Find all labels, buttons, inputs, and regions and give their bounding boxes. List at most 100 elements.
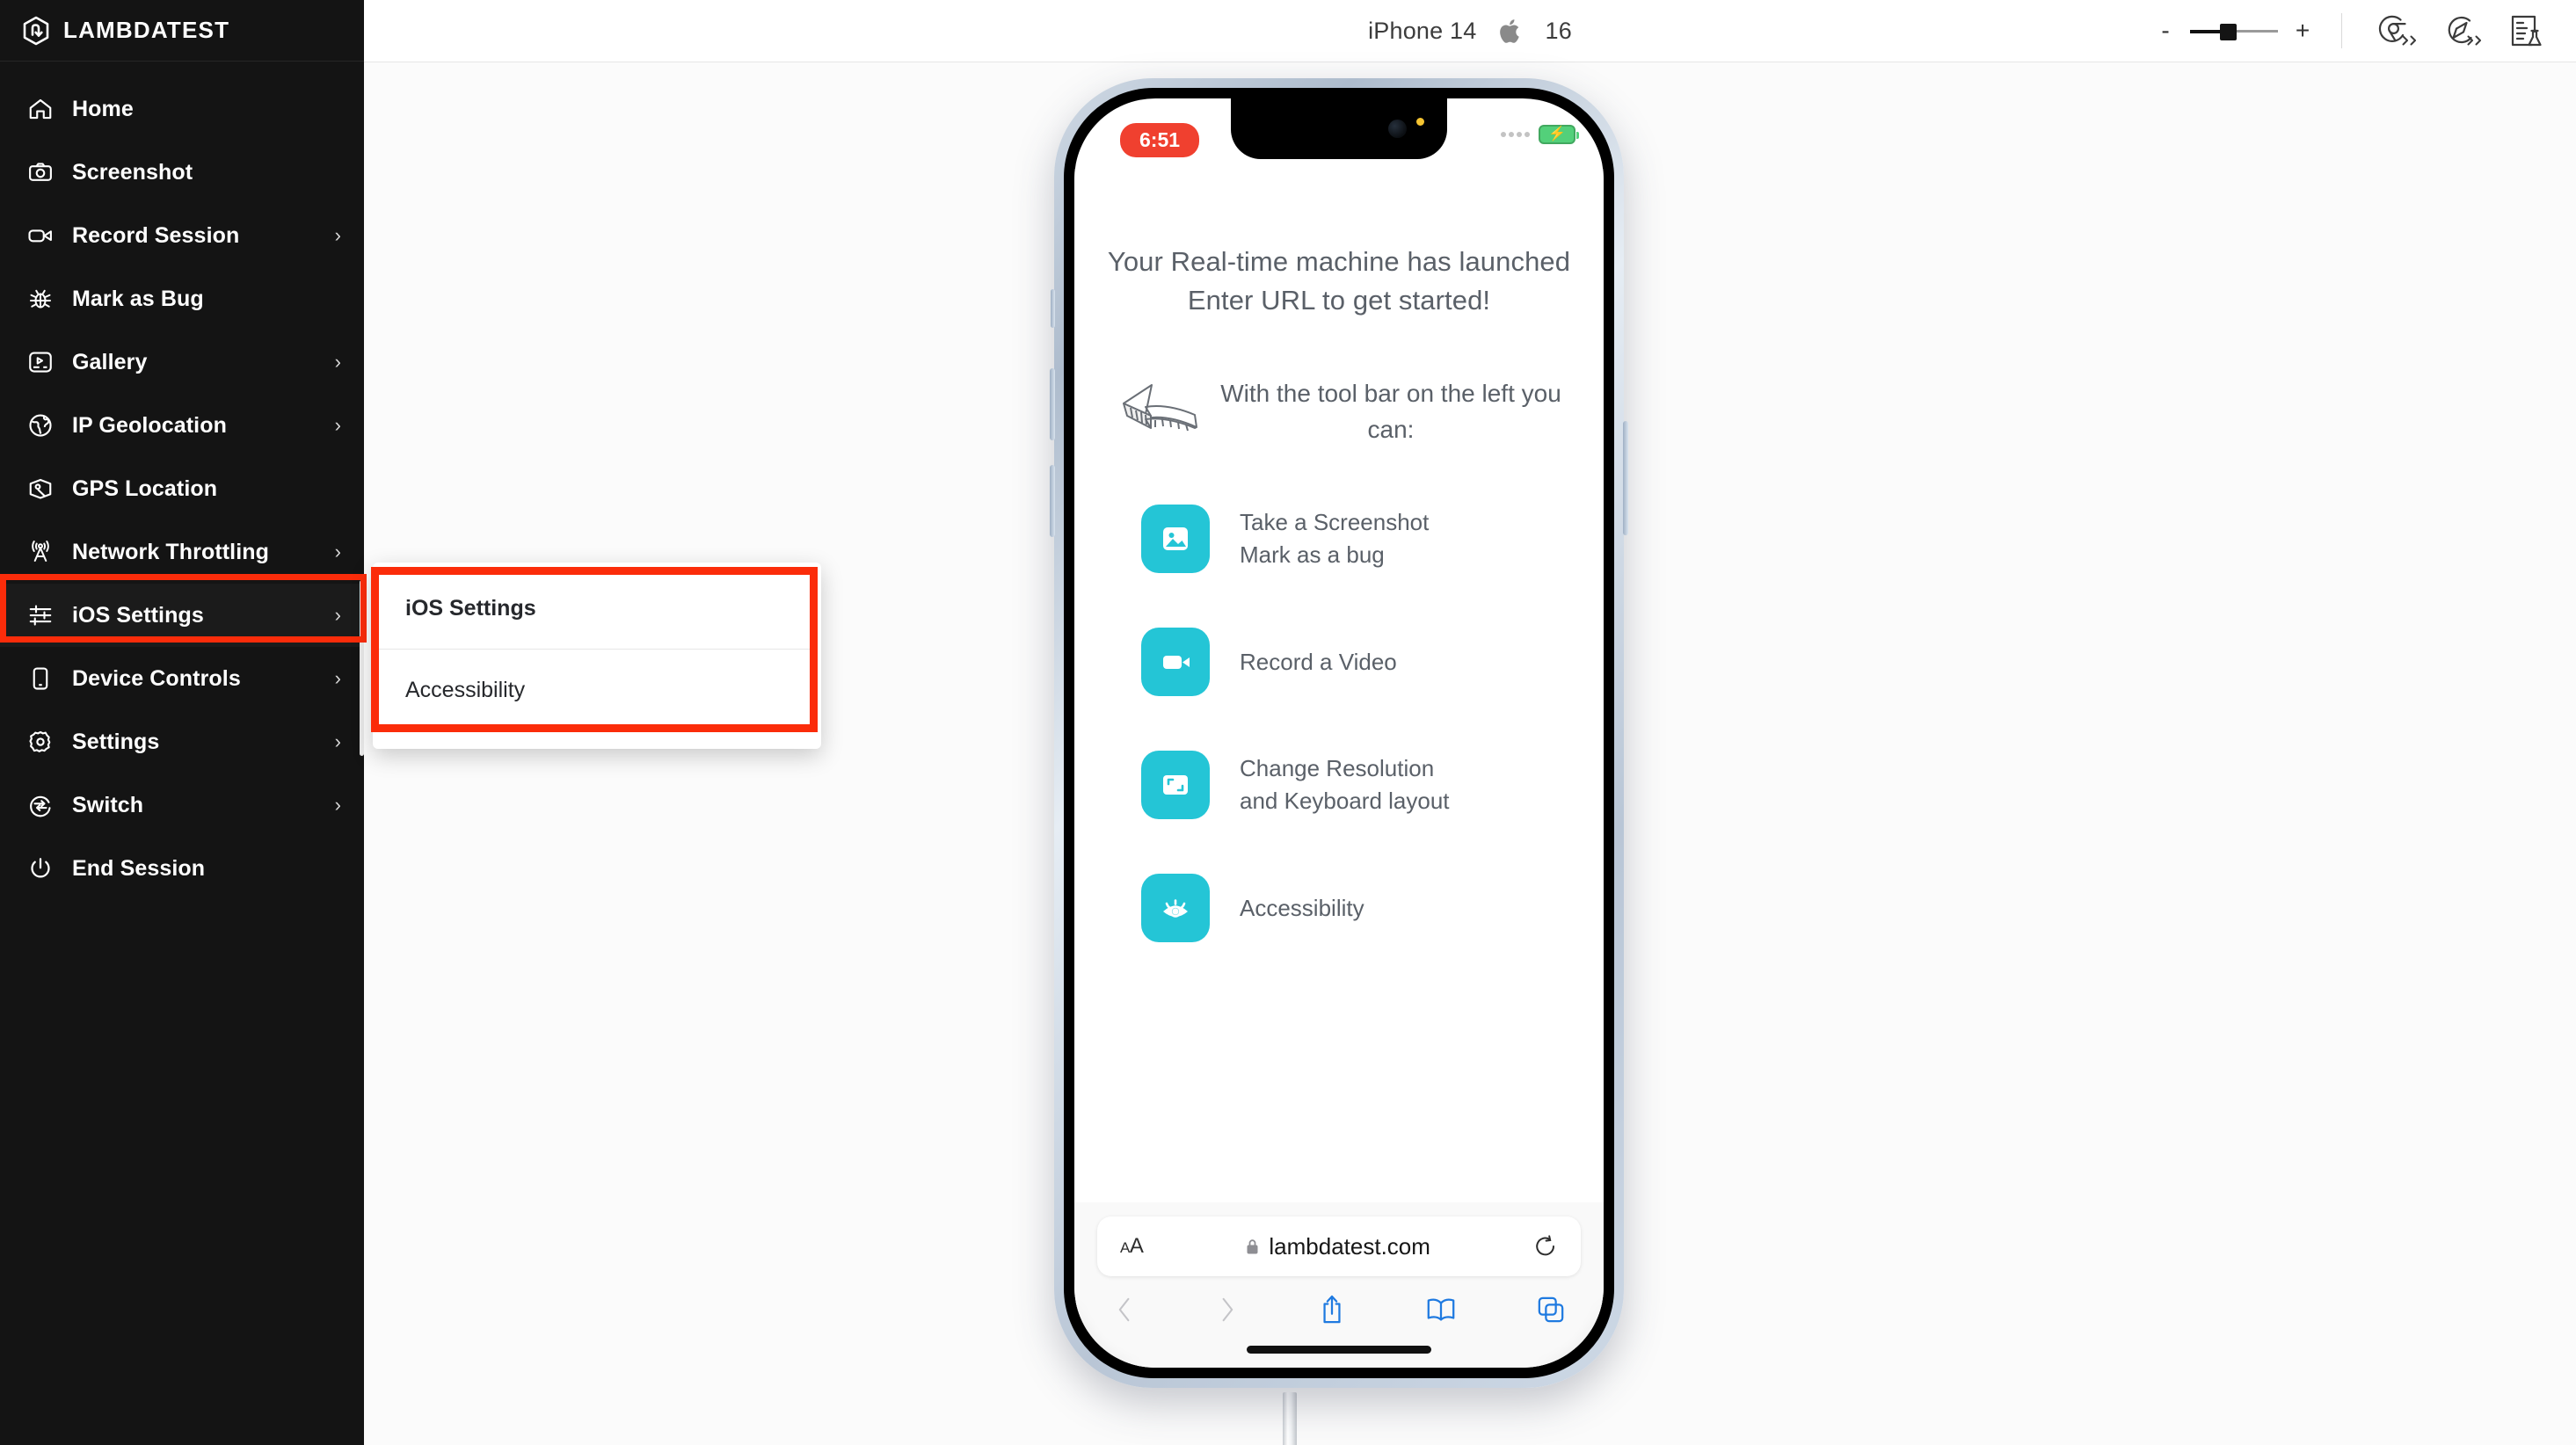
feature-line: Change Resolution bbox=[1240, 755, 1435, 782]
sidebar-item-switch[interactable]: Switch › bbox=[0, 773, 364, 837]
sidebar-item-label: Mark as Bug bbox=[72, 286, 204, 311]
toolbar-divider bbox=[2341, 13, 2342, 48]
reload-icon[interactable] bbox=[1533, 1234, 1558, 1259]
chevron-right-icon[interactable] bbox=[1216, 1293, 1239, 1326]
gear-icon bbox=[25, 726, 56, 758]
chevron-left-icon[interactable] bbox=[1113, 1293, 1136, 1326]
os-version: 16 bbox=[1545, 17, 1572, 44]
feature-item: Accessibility bbox=[1106, 874, 1572, 943]
sidebar-item-label: Record Session bbox=[72, 222, 240, 248]
tabs-icon[interactable] bbox=[1537, 1296, 1565, 1324]
zoom-in-button[interactable]: + bbox=[2290, 18, 2315, 43]
sidebar-item-end-session[interactable]: End Session bbox=[0, 837, 364, 900]
test-report-icon[interactable] bbox=[2506, 11, 2546, 51]
url-text: lambdatest.com bbox=[1269, 1232, 1430, 1260]
zoom-out-button[interactable]: - bbox=[2153, 18, 2178, 43]
submenu-item-label: Accessibility bbox=[405, 677, 526, 702]
device-stage: 6:51 ⚡ Your Real-time machine has launch… bbox=[364, 62, 2576, 1445]
chevron-right-icon: › bbox=[334, 667, 341, 689]
privacy-indicator-icon bbox=[1416, 118, 1424, 126]
page-headline: Your Real-time machine has launched Ente… bbox=[1107, 246, 1571, 316]
sidebar-item-label: IP Geolocation bbox=[72, 412, 227, 438]
sidebar-item-gps-location[interactable]: GPS Location bbox=[0, 457, 364, 520]
sidebar-item-gallery[interactable]: Gallery › bbox=[0, 330, 364, 394]
signal-dots-icon bbox=[1501, 132, 1530, 137]
sidebar-item-record-session[interactable]: Record Session › bbox=[0, 204, 364, 267]
phone-icon bbox=[25, 663, 56, 694]
chevron-right-icon: › bbox=[334, 730, 341, 752]
sidebar-item-ip-geolocation[interactable]: IP Geolocation › bbox=[0, 394, 364, 457]
sidebar-item-label: End Session bbox=[72, 855, 206, 881]
feature-line: Take a Screenshot bbox=[1240, 509, 1430, 536]
volume-down-button bbox=[1050, 465, 1055, 537]
book-icon[interactable] bbox=[1425, 1296, 1457, 1324]
notch bbox=[1231, 98, 1447, 159]
sidebar-item-label: Switch bbox=[72, 792, 144, 817]
zoom-control: - + bbox=[2153, 18, 2338, 43]
camera-icon bbox=[25, 156, 56, 188]
zoom-slider[interactable] bbox=[2190, 20, 2278, 41]
tip-text: With the tool bar on the left you can: bbox=[1220, 380, 1561, 444]
mute-switch bbox=[1051, 289, 1055, 328]
feature-line: Record a Video bbox=[1240, 648, 1397, 675]
safari-bottom-bar: AAAA lambdatest.com bbox=[1074, 1202, 1604, 1368]
url-display[interactable]: lambdatest.com bbox=[1143, 1233, 1533, 1260]
address-bar[interactable]: AAAA lambdatest.com bbox=[1097, 1216, 1581, 1276]
submenu-item-accessibility[interactable]: Accessibility bbox=[379, 650, 811, 730]
sidebar-item-network-throttling[interactable]: Network Throttling › bbox=[0, 520, 364, 584]
sidebar-item-settings[interactable]: Settings › bbox=[0, 710, 364, 773]
sidebar-item-label: Screenshot bbox=[72, 159, 193, 185]
chevron-right-icon: › bbox=[334, 224, 341, 246]
device-bezel: 6:51 ⚡ Your Real-time machine has launch… bbox=[1064, 88, 1614, 1378]
feature-label: Accessibility bbox=[1240, 892, 1364, 925]
charging-cable bbox=[1283, 1392, 1297, 1445]
image-icon bbox=[1141, 505, 1210, 574]
feature-line: Mark as a bug bbox=[1240, 541, 1385, 569]
eye-icon bbox=[1141, 874, 1210, 943]
text-size-button[interactable]: AAAA bbox=[1120, 1234, 1144, 1259]
sidebar-item-device-controls[interactable]: Device Controls › bbox=[0, 647, 364, 710]
safari-devtools-icon[interactable] bbox=[2441, 11, 2481, 51]
zoom-track-empty bbox=[2230, 30, 2278, 33]
submenu-item-ios-settings[interactable]: iOS Settings bbox=[379, 569, 811, 650]
device-name: iPhone 14 bbox=[1368, 17, 1477, 44]
battery-charging-icon: ⚡ bbox=[1539, 125, 1579, 144]
apple-logo-icon bbox=[1499, 18, 1522, 44]
sidebar-item-label: iOS Settings bbox=[72, 602, 204, 628]
tip-row: With the tool bar on the left you can: bbox=[1106, 374, 1572, 450]
feature-line: Accessibility bbox=[1240, 894, 1364, 921]
globe-icon bbox=[25, 410, 56, 441]
gallery-icon bbox=[25, 346, 56, 378]
chevron-right-icon: › bbox=[334, 604, 341, 626]
sidebar-item-label: GPS Location bbox=[72, 476, 218, 501]
chevron-right-icon: › bbox=[334, 414, 341, 436]
sidebar-item-mark-as-bug[interactable]: Mark as Bug bbox=[0, 267, 364, 330]
web-page-content: Your Real-time machine has launched Ente… bbox=[1074, 169, 1604, 1368]
sidebar-scrollbar[interactable] bbox=[360, 580, 364, 756]
sidebar-item-label: Device Controls bbox=[72, 665, 241, 691]
submenu-item-label: iOS Settings bbox=[405, 596, 536, 621]
sidebar-item-screenshot[interactable]: Screenshot bbox=[0, 141, 364, 204]
device-screen[interactable]: 6:51 ⚡ Your Real-time machine has launch… bbox=[1074, 98, 1604, 1368]
sidebar: LAMBDATEST Home Screenshot Record Sessio… bbox=[0, 0, 364, 1445]
bug-icon bbox=[25, 283, 56, 315]
hand-drawn-arrow-icon bbox=[1110, 374, 1204, 450]
sidebar-item-label: Gallery bbox=[72, 349, 148, 374]
home-indicator bbox=[1247, 1346, 1431, 1354]
feature-item: Change Resolution and Keyboard layout bbox=[1106, 751, 1572, 820]
bolt-icon: ⚡ bbox=[1548, 127, 1566, 142]
sidebar-item-label: Home bbox=[72, 96, 134, 121]
share-icon[interactable] bbox=[1319, 1292, 1345, 1327]
sliders-icon bbox=[25, 599, 56, 631]
power-button bbox=[1623, 421, 1628, 535]
resize-icon bbox=[1141, 751, 1210, 820]
zoom-slider-handle[interactable] bbox=[2220, 24, 2237, 40]
lock-icon bbox=[1246, 1238, 1259, 1255]
top-toolbar: iPhone 14 16 - + bbox=[364, 0, 2576, 62]
sidebar-item-home[interactable]: Home bbox=[0, 77, 364, 141]
feature-label: Take a Screenshot Mark as a bug bbox=[1240, 506, 1429, 571]
sidebar-item-ios-settings[interactable]: iOS Settings › bbox=[0, 584, 364, 647]
chrome-devtools-icon[interactable] bbox=[2376, 11, 2416, 51]
feature-label: Record a Video bbox=[1240, 646, 1397, 679]
status-bar-right: ⚡ bbox=[1501, 125, 1579, 144]
